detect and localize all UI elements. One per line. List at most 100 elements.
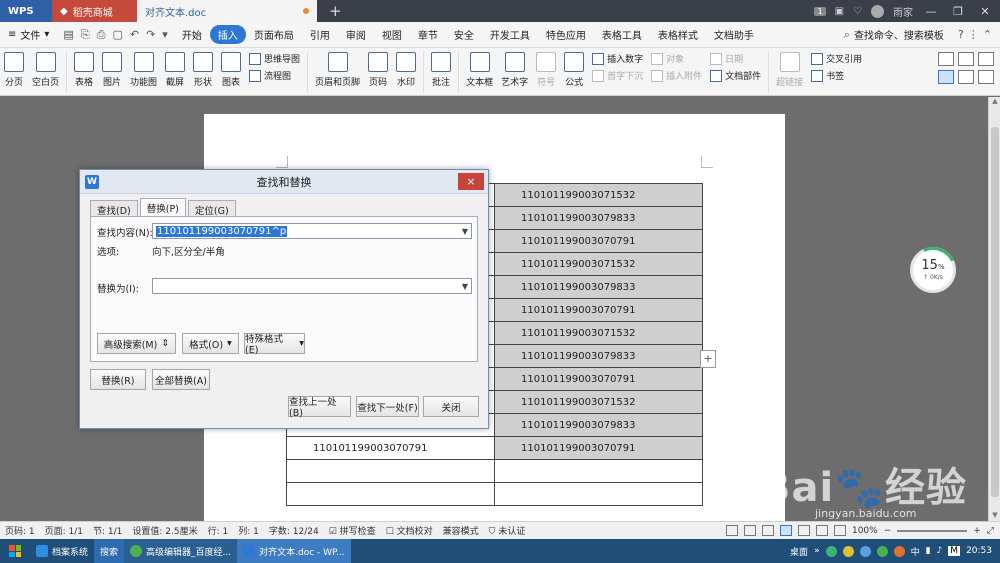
table-cell-right[interactable]: 110101199003079833 <box>494 206 703 230</box>
wordart-button[interactable]: 艺术字 <box>497 52 532 88</box>
chevron-down-icon[interactable]: ▼ <box>459 227 471 236</box>
menu-page-layout[interactable]: 页面布局 <box>246 25 302 44</box>
tab-goto[interactable]: 定位(G) <box>187 200 236 217</box>
menu-chapter[interactable]: 章节 <box>410 25 446 44</box>
minimize-button[interactable]: — <box>922 5 940 18</box>
add-column-button[interactable]: + <box>700 350 716 368</box>
insert-number-button[interactable]: 插入数字 <box>592 52 643 65</box>
network-speed-widget[interactable]: 15% ↑ 0K/s <box>910 247 956 293</box>
doc-proof-button[interactable]: ☐ 文档校对 <box>386 524 433 537</box>
chevron-down-icon[interactable]: ▼ <box>459 282 471 291</box>
taskbar-archive-system[interactable]: 档案系统 <box>30 539 94 563</box>
user-name[interactable]: 雨家 <box>893 4 913 19</box>
chevron-icon[interactable]: » <box>814 546 820 556</box>
cross-ref-button[interactable]: 交叉引用 <box>811 52 862 65</box>
bookmark-button[interactable]: 书签 <box>811 69 862 82</box>
replace-all-button[interactable]: 全部替换(A) <box>152 369 210 390</box>
table-cell-left[interactable] <box>286 459 495 483</box>
tray-app-icon[interactable] <box>842 545 854 557</box>
page-number-button[interactable]: 页码 <box>364 52 392 88</box>
format-button[interactable]: 格式(O) ▾ <box>182 333 239 354</box>
symbol-button[interactable]: 符号 <box>532 52 560 88</box>
tab-wps-home[interactable]: WPS <box>0 0 52 22</box>
screenshot-button[interactable]: 截屏 <box>161 52 189 88</box>
menu-table-tools[interactable]: 表格工具 <box>594 25 650 44</box>
file-menu[interactable]: ≡ 文件 ▾ <box>0 27 57 42</box>
status-page[interactable]: 页码: 1 <box>5 524 35 537</box>
view-outline-icon[interactable] <box>958 70 974 84</box>
table-cell-right[interactable]: 110101199003071532 <box>494 183 703 207</box>
textbox-button[interactable]: 文本框 <box>462 52 497 88</box>
find-input[interactable]: 110101199003070791^p ▼ <box>152 223 472 239</box>
menu-insert[interactable]: 插入 <box>209 25 246 44</box>
menu-features[interactable]: 特色应用 <box>538 25 594 44</box>
tray-app-icon[interactable] <box>893 545 905 557</box>
status-section[interactable]: 节: 1/1 <box>93 524 122 537</box>
table-button[interactable]: 表格 <box>70 52 98 88</box>
taskbar-search[interactable]: 搜索 <box>94 539 125 563</box>
view-page-icon[interactable] <box>938 52 954 66</box>
table-cell-left[interactable]: 110101199003070791 <box>286 436 495 460</box>
mindmap-button[interactable]: 思维导图 <box>249 52 300 65</box>
table-row[interactable]: 110101199003070791 110101199003070791 <box>286 436 703 460</box>
page-view-icon[interactable] <box>779 525 792 536</box>
object-button[interactable]: 对象 <box>651 52 702 65</box>
scroll-up-icon[interactable]: ▲ <box>989 97 1000 107</box>
status-row[interactable]: 行: 1 <box>208 524 229 537</box>
doc-parts-button[interactable]: 文档部件 <box>710 69 761 82</box>
table-row[interactable] <box>286 482 703 506</box>
menu-security[interactable]: 安全 <box>446 25 482 44</box>
tab-find[interactable]: 查找(D) <box>90 200 138 217</box>
table-cell-right[interactable]: 110101199003079833 <box>494 344 703 368</box>
find-previous-button[interactable]: 查找上一处(B) <box>288 396 351 419</box>
command-search[interactable]: ⌕ 查找命令、搜索模板 ? ⋮ ⌃ <box>844 27 1000 43</box>
formula-button[interactable]: 公式 <box>560 52 588 88</box>
avatar[interactable] <box>871 4 884 18</box>
view-web-icon[interactable] <box>958 52 974 66</box>
skin-icon[interactable]: ▣ <box>835 6 844 17</box>
menu-doc-assistant[interactable]: 文档助手 <box>706 25 762 44</box>
zoom-slider[interactable] <box>897 529 968 532</box>
flowchart-button[interactable]: 流程图 <box>249 69 300 82</box>
dialog-close-button[interactable]: × <box>458 173 484 190</box>
view-read-icon[interactable] <box>978 52 994 66</box>
cert-status[interactable]: ⛉ 未认证 <box>489 524 526 537</box>
volume-icon[interactable]: ♪ <box>937 546 943 556</box>
web-view-icon[interactable] <box>815 525 828 536</box>
clock[interactable]: 20:53 <box>966 546 992 556</box>
shape-button[interactable]: 形状 <box>189 52 217 88</box>
menu-review[interactable]: 审阅 <box>338 25 374 44</box>
table-cell-right[interactable]: 110101199003079833 <box>494 275 703 299</box>
page-break-button[interactable]: 分页 <box>0 52 28 88</box>
table-cell-right[interactable]: 110101199003070791 <box>494 436 703 460</box>
window-close-button[interactable]: ✕ <box>976 5 994 18</box>
zoom-out-icon[interactable]: − <box>884 526 892 536</box>
status-col[interactable]: 列: 1 <box>238 524 259 537</box>
advanced-search-button[interactable]: 高级搜索(M) ⇕ <box>97 333 176 354</box>
tray-app-icon[interactable] <box>859 545 871 557</box>
table-cell-right[interactable] <box>494 482 703 506</box>
find-next-button[interactable]: 查找下一处(F) <box>356 396 419 417</box>
menu-start[interactable]: 开始 <box>174 25 210 44</box>
view-full-icon[interactable] <box>978 70 994 84</box>
table-cell-right[interactable]: 110101199003071532 <box>494 321 703 345</box>
tray-app-icon[interactable] <box>876 545 888 557</box>
new-tab-button[interactable]: + <box>317 0 354 22</box>
fullscreen-icon[interactable] <box>725 525 738 536</box>
picture-button[interactable]: 图片 <box>98 52 126 88</box>
chart-button[interactable]: 图表 <box>217 52 245 88</box>
hyperlink-button[interactable]: 超链接 <box>772 52 807 88</box>
scroll-down-icon[interactable]: ▼ <box>989 511 1000 521</box>
bulb-icon[interactable]: ♡ <box>853 6 862 17</box>
tab-replace[interactable]: 替换(P) <box>139 198 186 216</box>
export-icon[interactable]: ⎘ <box>81 28 90 42</box>
help-icon[interactable]: ? <box>958 28 964 41</box>
maximize-button[interactable]: ❐ <box>949 5 967 18</box>
edit-mode-icon[interactable] <box>743 525 756 536</box>
table-row[interactable] <box>286 459 703 483</box>
view-layout-icon[interactable] <box>938 70 954 84</box>
tab-shop[interactable]: ◆ 稻壳商城 <box>52 0 137 22</box>
first-char-button[interactable]: 首字下沉 <box>592 69 643 82</box>
outline-view-icon[interactable] <box>797 525 810 536</box>
tray-app-icon[interactable] <box>825 545 837 557</box>
